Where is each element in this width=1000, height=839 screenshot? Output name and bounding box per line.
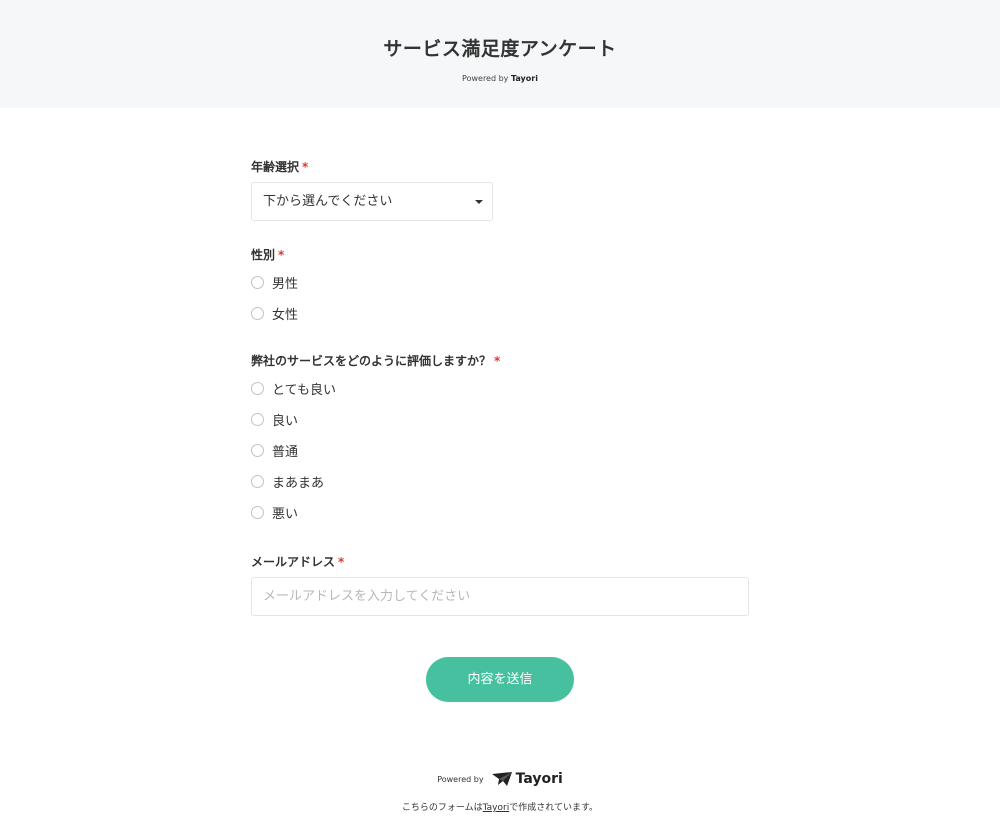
rating-label: 弊社のサービスをどのように評価しますか？ *: [251, 352, 749, 370]
radio-button[interactable]: [251, 307, 264, 320]
rating-label-text: 弊社のサービスをどのように評価しますか？: [251, 354, 492, 368]
radio-button[interactable]: [251, 276, 264, 289]
age-select[interactable]: 下から選んでください: [251, 182, 493, 221]
tayori-logo-icon: [491, 772, 512, 786]
footer-note-prefix: こちらのフォームは: [401, 803, 483, 813]
footer-powered-label: Powered by: [437, 774, 484, 784]
radio-button[interactable]: [251, 444, 264, 457]
required-mark: *: [302, 160, 309, 174]
required-mark: *: [278, 248, 285, 262]
radio-label: まあまあ: [272, 476, 325, 491]
email-field: メールアドレス *: [251, 553, 749, 616]
age-field: 年齢選択 * 下から選んでください: [251, 158, 749, 221]
header-powered-by: Powered by Tayori: [0, 74, 1000, 83]
rating-field: 弊社のサービスをどのように評価しますか？ * とても良い 良い 普通 まあまあ 悪…: [251, 352, 749, 528]
required-mark: *: [338, 555, 345, 569]
footer-note: こちらのフォームはTayoriで作成されています。: [0, 800, 1000, 813]
radio-button[interactable]: [251, 413, 264, 426]
radio-label: とても良い: [272, 383, 336, 398]
rating-option-average[interactable]: 普通: [251, 435, 749, 466]
email-label: メールアドレス *: [251, 553, 749, 571]
radio-label: 女性: [272, 308, 299, 323]
submit-button[interactable]: 内容を送信: [426, 657, 574, 702]
caret-down-icon: [475, 200, 483, 204]
page-title: サービス満足度アンケート: [383, 38, 617, 60]
radio-label: 男性: [272, 277, 299, 292]
radio-label: 普通: [272, 445, 299, 460]
radio-button[interactable]: [251, 475, 264, 488]
rating-option-good[interactable]: 良い: [251, 404, 749, 435]
rating-option-so-so[interactable]: まあまあ: [251, 466, 749, 497]
age-select-value: 下から選んでください: [263, 194, 393, 209]
rating-option-bad[interactable]: 悪い: [251, 497, 749, 528]
rating-option-very-good[interactable]: とても良い: [251, 373, 749, 404]
gender-option-female[interactable]: 女性: [251, 298, 749, 329]
gender-label: 性別 *: [251, 246, 749, 264]
gender-label-text: 性別: [251, 248, 276, 262]
header-powered-prefix: Powered by: [462, 74, 511, 83]
radio-button[interactable]: [251, 382, 264, 395]
age-label: 年齢選択 *: [251, 158, 749, 176]
survey-form: 年齢選択 * 下から選んでください 性別 * 男性 女性 弊社のサービスをどのように…: [251, 158, 749, 616]
footer-note-link[interactable]: Tayori: [483, 803, 510, 813]
gender-option-male[interactable]: 男性: [251, 267, 749, 298]
gender-field: 性別 * 男性 女性: [251, 246, 749, 329]
footer-brand-name: Tayori: [515, 771, 563, 787]
email-input[interactable]: [251, 577, 749, 616]
submit-area: 内容を送信: [0, 657, 1000, 702]
page-footer: Powered by Tayori こちらのフォームはTayoriで作成されてい…: [0, 771, 1000, 813]
header-powered-brand[interactable]: Tayori: [511, 74, 538, 83]
page-header: サービス満足度アンケート Powered by Tayori: [0, 0, 1000, 108]
required-mark: *: [494, 354, 501, 368]
footer-brand[interactable]: Tayori: [491, 771, 563, 787]
radio-button[interactable]: [251, 506, 264, 519]
email-label-text: メールアドレス: [251, 555, 336, 569]
radio-label: 良い: [272, 414, 299, 429]
radio-label: 悪い: [272, 507, 299, 522]
age-label-text: 年齢選択: [251, 160, 300, 174]
footer-note-suffix: で作成されています。: [509, 803, 599, 813]
footer-powered-by: Powered by Tayori: [0, 771, 1000, 787]
